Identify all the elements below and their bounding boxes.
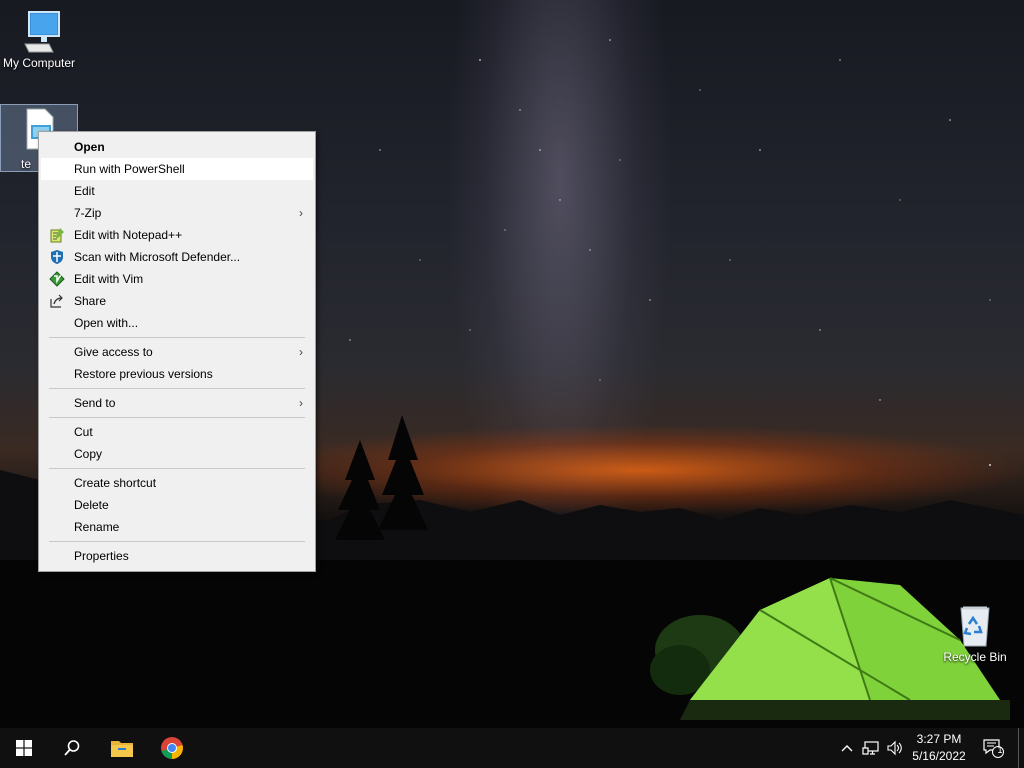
menu-item-label: Create shortcut (74, 476, 157, 490)
file-explorer-button[interactable] (98, 728, 146, 768)
menu-item-open[interactable]: Open (41, 136, 313, 158)
action-center-button[interactable]: 1 (978, 728, 1008, 768)
windows-start-icon (16, 740, 32, 756)
menu-item-scan-with-defender[interactable]: Scan with Microsoft Defender... (41, 246, 313, 268)
chevron-up-icon (841, 745, 853, 752)
menu-item-7zip[interactable]: 7-Zip › (41, 202, 313, 224)
menu-item-label: Open with... (74, 316, 139, 330)
desktop-icon-label: Recycle Bin (943, 650, 1007, 664)
vim-icon (49, 271, 65, 287)
menu-item-label: Open (74, 140, 105, 154)
menu-item-label: Share (74, 294, 107, 308)
file-explorer-icon (111, 741, 133, 757)
defender-shield-icon (51, 250, 63, 264)
desktop-icon-my-computer[interactable]: My Computer (0, 8, 78, 70)
clock-time: 3:27 PM (916, 732, 962, 746)
menu-item-delete[interactable]: Delete (41, 494, 313, 516)
menu-item-label: 7-Zip (74, 206, 102, 220)
menu-separator (49, 468, 305, 469)
recycle-bin-icon (960, 606, 990, 647)
menu-item-label: Give access to (74, 345, 153, 359)
submenu-arrow-icon: › (299, 396, 303, 410)
menu-item-label: Copy (74, 447, 103, 461)
menu-item-open-with[interactable]: Open with... (41, 312, 313, 334)
desktop-icon-label: My Computer (2, 56, 76, 70)
menu-item-label: Send to (74, 396, 116, 410)
menu-item-edit[interactable]: Edit (41, 180, 313, 202)
volume-icon (887, 740, 902, 756)
menu-item-give-access-to[interactable]: Give access to › (41, 341, 313, 363)
search-button[interactable] (48, 728, 96, 768)
menu-separator (49, 541, 305, 542)
menu-item-run-with-powershell[interactable]: Run with PowerShell (41, 158, 313, 180)
show-hidden-icons-button[interactable] (838, 728, 856, 768)
menu-item-edit-with-notepadpp[interactable]: Edit with Notepad++ (41, 224, 313, 246)
search-icon (64, 740, 80, 756)
chrome-icon (161, 737, 183, 759)
taskbar-clock[interactable]: 3:27 PM 5/16/2022 (908, 731, 970, 765)
menu-item-copy[interactable]: Copy (41, 443, 313, 465)
menu-item-rename[interactable]: Rename (41, 516, 313, 538)
menu-item-create-shortcut[interactable]: Create shortcut (41, 472, 313, 494)
menu-item-label: Delete (74, 498, 109, 512)
menu-item-label: Scan with Microsoft Defender... (74, 250, 241, 264)
menu-item-cut[interactable]: Cut (41, 421, 313, 443)
menu-item-label: Cut (74, 425, 93, 439)
submenu-arrow-icon: › (299, 345, 303, 359)
menu-item-label: Edit (74, 184, 95, 198)
menu-item-label: Properties (74, 549, 129, 563)
desktop-icon-label: te (20, 157, 31, 171)
menu-item-share[interactable]: Share (41, 290, 313, 312)
chrome-button[interactable] (148, 728, 196, 768)
notification-count-badge: 1 (997, 745, 1003, 755)
volume-button[interactable] (884, 728, 906, 768)
show-desktop-button[interactable] (1018, 728, 1024, 768)
menu-separator (49, 337, 305, 338)
menu-item-send-to[interactable]: Send to › (41, 392, 313, 414)
clock-date: 5/16/2022 (912, 749, 966, 763)
menu-separator (49, 417, 305, 418)
network-icon (862, 741, 879, 755)
menu-item-properties[interactable]: Properties (41, 545, 313, 567)
menu-item-label: Edit with Notepad++ (74, 228, 183, 242)
network-button[interactable] (860, 728, 882, 768)
taskbar: 3:27 PM 5/16/2022 1 (0, 728, 1024, 768)
context-menu: Open Run with PowerShell Edit 7-Zip › Ed… (38, 131, 316, 572)
start-button[interactable] (0, 728, 48, 768)
submenu-arrow-icon: › (299, 206, 303, 220)
computer-icon (24, 11, 60, 53)
notepadpp-icon (50, 228, 64, 243)
menu-item-edit-with-vim[interactable]: Edit with Vim (41, 268, 313, 290)
menu-item-label: Run with PowerShell (74, 162, 185, 176)
menu-separator (49, 388, 305, 389)
share-icon (50, 294, 63, 308)
menu-item-label: Restore previous versions (74, 367, 213, 381)
menu-item-restore-previous-versions[interactable]: Restore previous versions (41, 363, 313, 385)
menu-item-label: Edit with Vim (74, 272, 144, 286)
menu-item-label: Rename (74, 520, 120, 534)
desktop-icon-recycle-bin[interactable]: Recycle Bin (936, 602, 1014, 664)
